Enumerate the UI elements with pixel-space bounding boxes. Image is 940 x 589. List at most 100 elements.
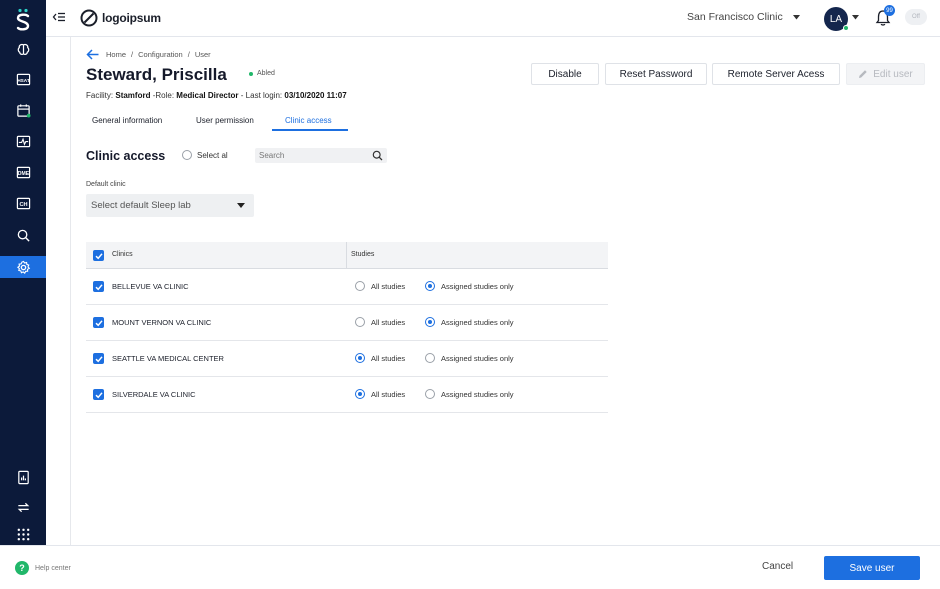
table-header: Clinics Studies [86, 242, 608, 269]
sidebar-item-apps[interactable] [0, 523, 46, 545]
assigned-studies-label: Assigned studies only [441, 281, 514, 291]
logo-text: logoipsum [102, 11, 161, 25]
search-icon[interactable] [372, 150, 383, 161]
assigned-studies-option[interactable]: Assigned studies only [425, 389, 514, 399]
page-title: Steward, Priscilla [86, 65, 227, 84]
last-login-value: 03/10/2020 11:07 [284, 91, 347, 100]
cancel-button[interactable]: Cancel [762, 561, 793, 572]
back-arrow-icon[interactable] [86, 49, 99, 60]
sync-icon [17, 502, 29, 512]
assigned-studies-radio[interactable] [425, 317, 435, 327]
search-input[interactable]: Search [255, 148, 387, 163]
calendar-icon [16, 103, 31, 118]
breadcrumb-home[interactable]: Home [106, 50, 126, 59]
sidebar-item-settings[interactable] [0, 256, 46, 278]
breadcrumb-configuration[interactable]: Configuration [138, 50, 183, 59]
svg-text:DME: DME [17, 170, 29, 176]
table-row: BELLEVUE VA CLINIC All studies Assigned … [86, 269, 608, 305]
remote-server-access-button[interactable]: Remote Server Acess [712, 63, 840, 85]
assigned-studies-label: Assigned studies only [441, 317, 514, 327]
search-placeholder: Search [259, 151, 285, 160]
online-status-dot [843, 25, 849, 31]
role-value: Medical Director [176, 91, 239, 100]
header-checkbox[interactable] [93, 250, 104, 261]
clinic-name: MOUNT VERNON VA CLINIC [112, 318, 212, 327]
all-studies-radio[interactable] [355, 281, 365, 291]
all-studies-label: All studies [371, 353, 406, 363]
toggle-switch[interactable]: Off [905, 9, 927, 25]
last-login-label: - Last login: [240, 91, 283, 100]
chart-icon: CH [16, 197, 30, 209]
row-checkbox[interactable] [93, 353, 104, 364]
assigned-studies-option[interactable]: Assigned studies only [425, 317, 514, 327]
clinic-selector[interactable]: San Francisco Clinic [687, 11, 800, 23]
brain-icon [17, 43, 29, 55]
tab-general-information[interactable]: General information [92, 116, 162, 125]
sidebar-item-reports[interactable] [0, 466, 46, 488]
section-title: Clinic access [86, 149, 166, 163]
collapse-menu-icon[interactable] [52, 10, 66, 24]
default-clinic-label: Default clinic [86, 181, 126, 188]
clinic-name: SEATTLE VA MEDICAL CENTER [112, 354, 224, 363]
brand-logo[interactable]: logoipsum [80, 9, 161, 27]
disable-button[interactable]: Disable [531, 63, 599, 85]
user-meta: Facility: Stamford -Role: Medical Direct… [86, 91, 347, 100]
assigned-studies-radio[interactable] [425, 281, 435, 291]
facility-label: Facility: [86, 91, 114, 100]
svg-text:CH: CH [19, 201, 27, 207]
table-row: SEATTLE VA MEDICAL CENTER All studies As… [86, 341, 608, 377]
default-clinic-placeholder: Select default Sleep lab [91, 200, 191, 211]
checkmark-icon [94, 355, 103, 362]
sidebar-item-hsat[interactable]: HSAT [0, 68, 46, 90]
sidebar-item-brain[interactable] [0, 38, 46, 60]
column-header-clinics: Clinics [112, 251, 133, 258]
select-all-radio[interactable]: Select al [182, 150, 228, 160]
tab-clinic-access[interactable]: Clinic access [285, 116, 332, 125]
edit-user-label: Edit user [873, 68, 913, 80]
help-center-link[interactable]: ? Help center [15, 561, 71, 575]
assigned-studies-option[interactable]: Assigned studies only [425, 281, 514, 291]
sidebar-item-sync[interactable] [0, 496, 46, 518]
select-all-radio-control[interactable] [182, 150, 192, 160]
tab-user-permission[interactable]: User permission [196, 116, 254, 125]
clinic-selector-label: San Francisco Clinic [687, 11, 783, 23]
sidebar-item-dme[interactable]: DME [0, 161, 46, 183]
search-icon [17, 229, 30, 242]
all-studies-option[interactable]: All studies [355, 317, 405, 327]
assigned-studies-radio[interactable] [425, 353, 435, 363]
chevron-down-icon [792, 14, 800, 19]
save-user-button[interactable]: Save user [824, 556, 920, 580]
row-checkbox[interactable] [93, 317, 104, 328]
assigned-studies-option[interactable]: Assigned studies only [425, 353, 514, 363]
role-label: -Role: [152, 91, 175, 100]
all-studies-option[interactable]: All studies [355, 389, 405, 399]
all-studies-option[interactable]: All studies [355, 281, 405, 291]
notification-badge: 99 [884, 5, 895, 16]
footer-bar: ? Help center Cancel Save user [0, 545, 940, 589]
default-clinic-select[interactable]: Select default Sleep lab [86, 194, 254, 217]
row-checkbox[interactable] [93, 281, 104, 292]
all-studies-option[interactable]: All studies [355, 353, 405, 363]
help-icon: ? [15, 561, 29, 575]
avatar-chevron-down-icon[interactable] [852, 15, 859, 20]
sidebar-item-ch[interactable]: CH [0, 192, 46, 214]
table-row: MOUNT VERNON VA CLINIC All studies Assig… [86, 305, 608, 341]
assigned-studies-radio[interactable] [425, 389, 435, 399]
active-tab-indicator [272, 129, 348, 131]
all-studies-label: All studies [371, 281, 406, 291]
sidebar-item-calendar[interactable] [0, 99, 46, 121]
status-text: Abled [257, 70, 275, 77]
edit-user-button[interactable]: Edit user [846, 63, 925, 85]
sidebar-item-activity[interactable] [0, 130, 46, 152]
app-logo-icon[interactable] [0, 6, 46, 34]
all-studies-radio[interactable] [355, 353, 365, 363]
all-studies-radio[interactable] [355, 389, 365, 399]
breadcrumb-user: User [194, 50, 211, 59]
all-studies-radio[interactable] [355, 317, 365, 327]
settings-icon [16, 260, 30, 274]
row-checkbox[interactable] [93, 389, 104, 400]
logo-icon [80, 9, 98, 27]
sidebar-item-search[interactable] [0, 224, 46, 246]
breadcrumb-separator: / [187, 50, 190, 59]
reset-password-button[interactable]: Reset Password [605, 63, 707, 85]
